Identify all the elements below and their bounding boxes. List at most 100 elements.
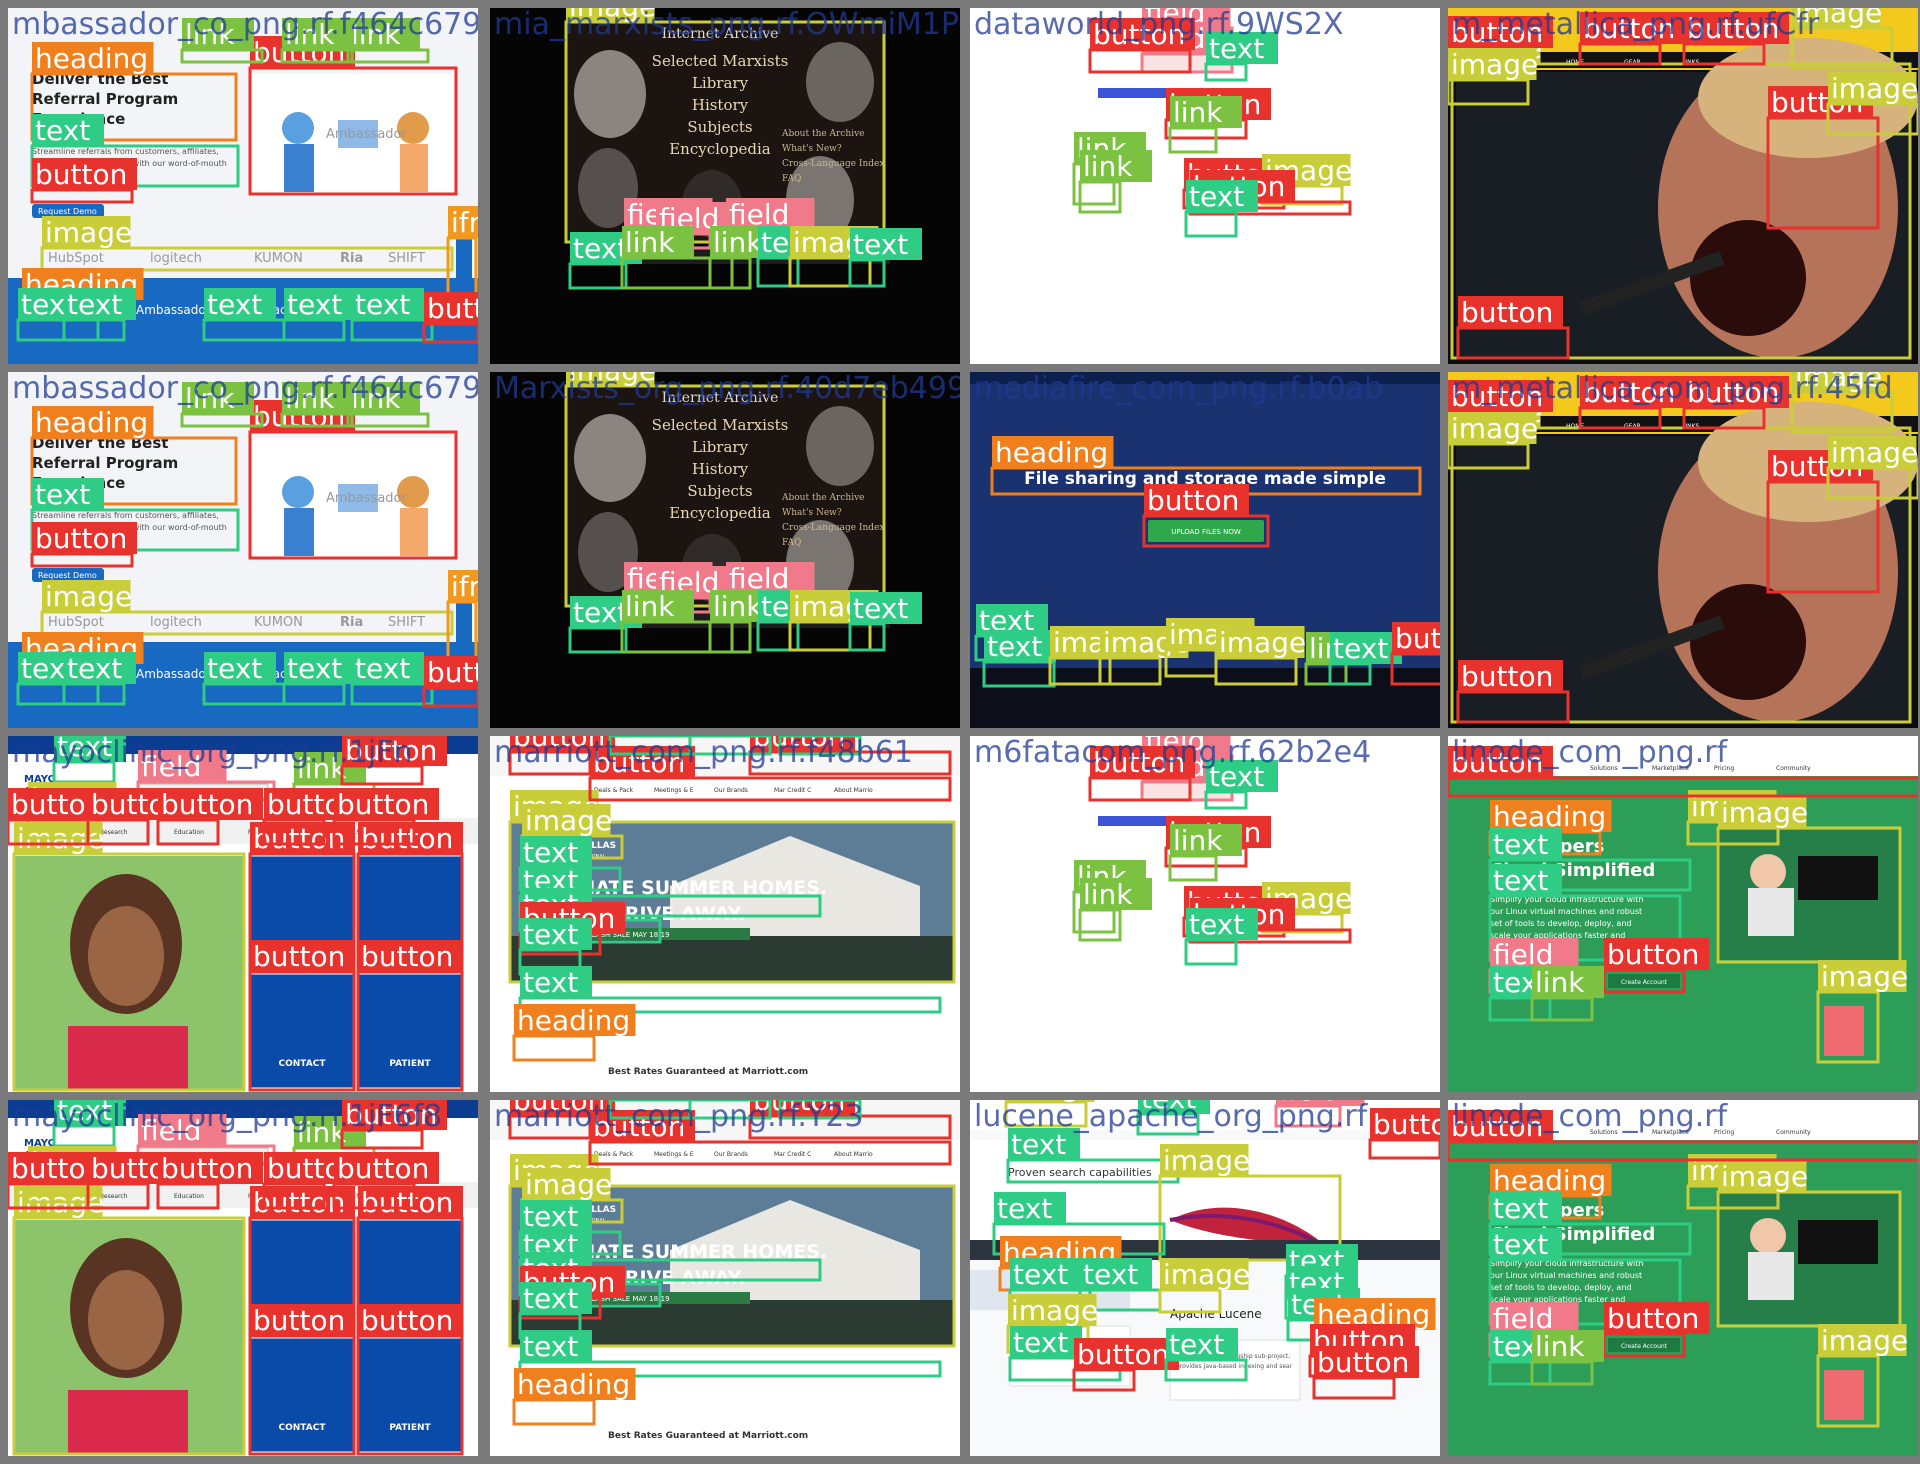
archive-menu-item[interactable]: Encyclopedia bbox=[669, 504, 771, 522]
button-tag-label: button bbox=[1461, 660, 1553, 693]
button-tag-label: button bbox=[253, 940, 345, 973]
image-tag-label: image bbox=[45, 216, 132, 249]
button-tag-label: button bbox=[1461, 296, 1553, 329]
image-tag-label: image bbox=[1821, 1324, 1908, 1357]
customer-logo: HubSpot bbox=[48, 251, 104, 266]
tile-canvas: Deals & Pack Meetings & E Our Brands Mar Cr… bbox=[490, 1100, 960, 1456]
archive-menu-item[interactable]: History bbox=[692, 96, 749, 114]
image-tag-label: image bbox=[1821, 960, 1908, 993]
upload-label: UPLOAD FILES NOW bbox=[1171, 528, 1241, 536]
nav-item[interactable]: Our Brands bbox=[714, 787, 748, 794]
tile-lucene: Proven search capabilitiesApache LuceneL… bbox=[970, 1100, 1440, 1456]
archive-menu-item[interactable]: History bbox=[692, 460, 749, 478]
tile-linode-2: Why LinodeProductsSolutionsMarketplacePr… bbox=[1448, 1100, 1918, 1456]
ambassador-label: Ambassador bbox=[136, 667, 211, 681]
create-account-label: Create Account bbox=[1621, 1343, 1668, 1350]
image-tag-label: image bbox=[1721, 796, 1808, 829]
text-tag-label: text bbox=[573, 596, 628, 629]
quick-link-card[interactable] bbox=[357, 1337, 463, 1453]
nav-item[interactable]: Community bbox=[1776, 1129, 1811, 1136]
tile-filename: marriott_com_png.rf.Y23 bbox=[494, 1100, 863, 1134]
link-tag-label: link bbox=[1083, 150, 1133, 183]
button-tag-label: button bbox=[161, 788, 253, 821]
link-tag-label: link bbox=[1173, 96, 1223, 129]
nav-item[interactable]: Education bbox=[174, 1193, 204, 1200]
archive-menu-item[interactable]: Selected Marxists bbox=[652, 52, 789, 70]
heading-tag-label: heading bbox=[35, 42, 148, 75]
product-body: provides Java-based indexing and sear bbox=[1176, 1363, 1293, 1370]
nav-item[interactable]: Meetings & E bbox=[654, 1151, 694, 1158]
nav-item[interactable]: Meetings & E bbox=[654, 787, 694, 794]
nav-item[interactable]: Mar Credit C bbox=[774, 787, 811, 794]
tile-canvas: File sharing and storage made simpleUPLO… bbox=[970, 372, 1440, 728]
text-tag-label: text bbox=[853, 228, 908, 261]
iframe-tag-label: iframe bbox=[451, 570, 478, 603]
archive-menu-item[interactable]: Encyclopedia bbox=[669, 140, 771, 158]
customer-logo: SHIFT bbox=[388, 251, 425, 266]
text-tag-label: text bbox=[207, 652, 262, 685]
archive-menu-item[interactable]: Library bbox=[692, 74, 749, 92]
button-tag-label: button bbox=[427, 656, 478, 689]
tile-ambassador-2: Deliver the BestReferral ProgramExperien… bbox=[8, 372, 478, 728]
iframe-tag-label: iframe bbox=[451, 206, 478, 239]
text-tag-label: text bbox=[287, 652, 342, 685]
footer-tag: Best Rates Guaranteed at Marriott.com bbox=[608, 1431, 808, 1441]
tile-mayo-2: COVID-19 ResourcesSearch Mayo ClinicMAYO… bbox=[8, 1100, 478, 1456]
button-tag-label: button bbox=[1077, 1338, 1169, 1371]
nav-item[interactable]: Community bbox=[1776, 765, 1811, 772]
archive-side-link[interactable]: Cross-Language Index bbox=[782, 159, 884, 169]
button-tag-label: button bbox=[253, 1186, 345, 1219]
tile-marxists-2: Internet Archive Selected Marxists Library… bbox=[490, 372, 960, 728]
nav-item[interactable]: Mar Credit C bbox=[774, 1151, 811, 1158]
tile-blank-form-2: fieldfieldbuttontextbuttonlinklinklinkbu… bbox=[970, 736, 1440, 1092]
button-tag-label: button bbox=[361, 1186, 453, 1219]
button-tag-label: button bbox=[427, 292, 478, 325]
tile-filename: dataworld_png.rf.9WS2X bbox=[974, 8, 1344, 42]
quick-link-card[interactable] bbox=[249, 1337, 355, 1453]
archive-side-link[interactable]: Cross-Language Index bbox=[782, 523, 884, 533]
quick-link-card[interactable] bbox=[249, 973, 355, 1089]
text-tag-label: text bbox=[573, 232, 628, 265]
nav-item[interactable]: Education bbox=[174, 829, 204, 836]
archive-menu-item[interactable]: Library bbox=[692, 438, 749, 456]
tile-canvas: COVID-19 ResourcesSearch Mayo ClinicMAYO… bbox=[8, 736, 478, 1092]
tile-canvas: Deliver the BestReferral ProgramExperien… bbox=[8, 8, 478, 364]
text-tag-label: text bbox=[523, 966, 578, 999]
customer-logo: KUMON bbox=[254, 615, 303, 630]
tile-marxists: Internet Archive Selected Marxists Library… bbox=[490, 8, 960, 364]
archive-side-link[interactable]: What's New? bbox=[782, 144, 842, 154]
text-tag-label: text bbox=[853, 592, 908, 625]
image-tag-label: image bbox=[1451, 412, 1538, 445]
archive-side-link[interactable]: About the Archive bbox=[781, 129, 864, 139]
text-tag-label: text bbox=[67, 652, 122, 685]
button-tag-label: button bbox=[1395, 622, 1440, 655]
hero-sub: set of tools to develop, deploy, and bbox=[1490, 919, 1631, 928]
quick-link-card[interactable] bbox=[357, 973, 463, 1089]
archive-side-link[interactable]: About the Archive bbox=[781, 493, 864, 503]
tile-canvas: HOMEGEARLINKSYEARS OF METALimagebuttonbu… bbox=[1448, 8, 1918, 364]
tile-filename: Marxists_org_png.rf.40d7eb499e7 bbox=[494, 372, 960, 406]
tile-canvas: Deliver the BestReferral ProgramExperien… bbox=[8, 372, 478, 728]
nav-item[interactable]: About Marrio bbox=[834, 787, 873, 794]
image-tag-label: image bbox=[1163, 1258, 1250, 1291]
button-tag-label: button bbox=[1147, 484, 1239, 517]
tile-canvas: Internet ArchiveSelected MarxistsLibrary… bbox=[490, 372, 960, 728]
customer-logo: HubSpot bbox=[48, 615, 104, 630]
heading-tag-label: heading bbox=[995, 436, 1108, 469]
nav-item[interactable]: Our Brands bbox=[714, 1151, 748, 1158]
archive-menu-item[interactable]: Subjects bbox=[687, 118, 752, 136]
image-tag-label: image bbox=[525, 804, 612, 837]
tile-canvas: Internet ArchiveSelected MarxistsLibrary… bbox=[490, 8, 960, 364]
archive-side-link[interactable]: FAQ bbox=[782, 174, 801, 184]
link-tag-label: link bbox=[713, 590, 763, 623]
nav-item[interactable]: About Marrio bbox=[834, 1151, 873, 1158]
image-tag-label: image bbox=[525, 1168, 612, 1201]
hero-sub: our Linux virtual machines and robust bbox=[1490, 1271, 1642, 1280]
archive-menu-item[interactable]: Selected Marxists bbox=[652, 416, 789, 434]
request-demo-label: Request Demo bbox=[38, 571, 97, 580]
text-tag-label: text bbox=[35, 478, 90, 511]
archive-side-link[interactable]: FAQ bbox=[782, 538, 801, 548]
archive-menu-item[interactable]: Subjects bbox=[687, 482, 752, 500]
archive-side-link[interactable]: What's New? bbox=[782, 508, 842, 518]
tile-ambassador: Deliver the BestReferral ProgramExperien… bbox=[8, 8, 478, 364]
